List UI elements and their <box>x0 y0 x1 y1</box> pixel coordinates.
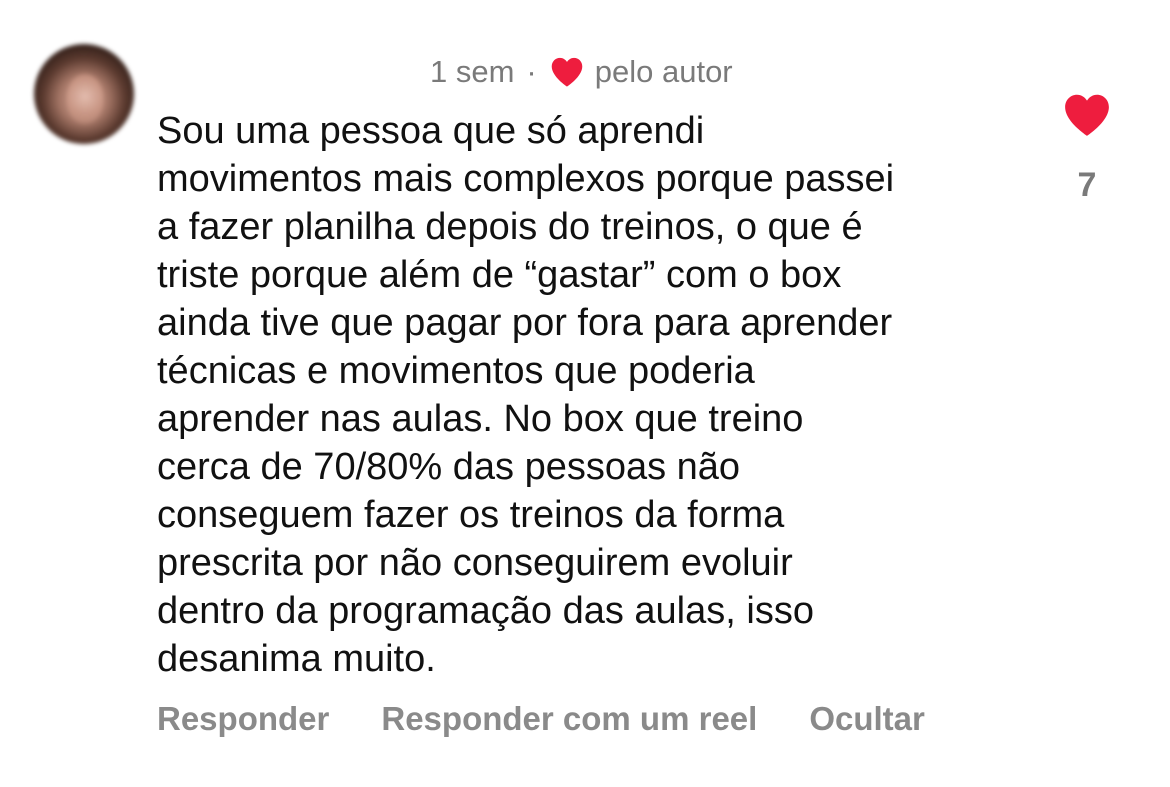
reply-with-reel-button[interactable]: Responder com um reel <box>381 700 757 738</box>
like-count: 7 <box>1077 166 1097 204</box>
hide-button[interactable]: Ocultar <box>809 700 925 738</box>
comment-meta: 1 sem · pelo autor <box>430 50 733 94</box>
comment-text: Sou uma pessoa que só aprendi movimentos… <box>157 110 895 680</box>
avatar-face <box>66 74 104 124</box>
like-heart-icon[interactable] <box>1062 92 1112 138</box>
like-column: 7 <box>1055 92 1119 205</box>
comment-time: 1 sem <box>430 54 515 89</box>
reply-button[interactable]: Responder <box>157 700 329 738</box>
comment-actions: Responder Responder com um reel Ocultar <box>157 700 925 738</box>
liked-by-author-label: pelo autor <box>594 54 733 89</box>
meta-separator: · <box>526 54 537 89</box>
avatar[interactable] <box>34 44 134 144</box>
heart-icon <box>551 57 583 87</box>
